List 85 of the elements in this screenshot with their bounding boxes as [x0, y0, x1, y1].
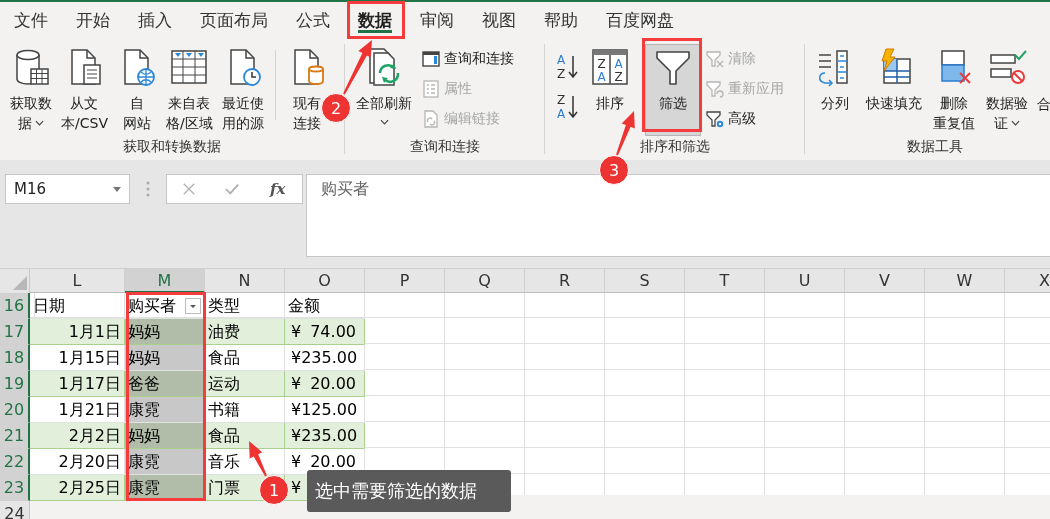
ribbon-tab[interactable]: 数据	[344, 2, 406, 38]
column-header[interactable]: W	[925, 269, 1005, 293]
table-cell: 油费	[205, 319, 285, 345]
table-cell: 康霓	[125, 449, 205, 475]
row-header[interactable]: 23	[0, 475, 30, 501]
ribbon-button[interactable]: 高级	[702, 104, 788, 134]
ribbon-tab[interactable]: 开始	[62, 2, 124, 38]
ribbon-label: 合	[1037, 96, 1050, 112]
currency-symbol: ¥	[291, 451, 302, 473]
currency-symbol: ¥	[291, 425, 302, 447]
ribbon-button[interactable]: 来自表 格/区域	[161, 44, 217, 136]
ribbon-tab[interactable]: 插入	[124, 2, 186, 38]
ribbon-tab[interactable]: 审阅	[406, 2, 468, 38]
name-box[interactable]: M16	[5, 174, 130, 204]
step-number: 3	[599, 155, 629, 185]
column-header[interactable]: U	[765, 269, 845, 293]
currency-symbol: ¥	[291, 347, 302, 369]
table-cell: 1月1日	[30, 319, 125, 345]
sort-button[interactable]: A Z	[551, 50, 583, 84]
table-cell: 1月17日	[30, 371, 125, 397]
insert-function-button[interactable]: fx	[267, 180, 288, 198]
group-label: 获取和转换数据	[122, 137, 222, 156]
amount-text: 20.00	[310, 373, 356, 395]
table-cell: 食品	[205, 423, 285, 449]
amount-text: 235.00	[301, 347, 358, 369]
table-cell: 爸爸	[125, 371, 205, 397]
amount-text: 20.00	[310, 451, 356, 473]
column-header[interactable]: P	[365, 269, 445, 293]
currency-symbol: ¥	[291, 321, 302, 343]
ribbon-button[interactable]: 自 网站	[112, 44, 161, 136]
row-header[interactable]: 21	[0, 423, 30, 449]
table-cell: 妈妈	[125, 423, 205, 449]
row-header[interactable]: 17	[0, 319, 30, 345]
ribbon-tab[interactable]: 文件	[0, 2, 62, 38]
ribbon-tab[interactable]: 百度网盘	[592, 2, 688, 38]
ribbon-tab[interactable]: 页面布局	[186, 2, 282, 38]
row-header[interactable]: 18	[0, 345, 30, 371]
table-cell: 2月2日	[30, 423, 125, 449]
group-label: 查询和连接	[408, 137, 481, 156]
table-cell: 运动	[205, 371, 285, 397]
table-cell: 1月21日	[30, 397, 125, 423]
amount-text: 125.00	[301, 399, 358, 421]
ribbon-button[interactable]: 删除 重复值	[929, 44, 979, 136]
amount-text: 235.00	[301, 425, 358, 447]
currency-symbol: ¥	[291, 477, 302, 499]
ribbon-button[interactable]: 数据验 证	[982, 44, 1032, 136]
ribbon-button[interactable]: 筛选	[645, 44, 701, 136]
sort-button[interactable]: Z A	[551, 90, 583, 124]
column-header[interactable]: R	[525, 269, 605, 293]
tooltip: 选中需要筛选的数据	[307, 470, 511, 512]
ribbon-button[interactable]: 分列	[811, 44, 859, 136]
ribbon-button[interactable]: 从文 本/CSV	[57, 44, 112, 136]
table-cell: 1月15日	[30, 345, 125, 371]
group-label: 数据工具	[906, 137, 964, 156]
sort-table-icon: Z A A Z	[590, 47, 630, 87]
ribbon-button[interactable]: 查询和连接	[418, 44, 518, 74]
table-cell: 2月25日	[30, 475, 125, 501]
ribbon-tab[interactable]: 公式	[282, 2, 344, 38]
step-number: 2	[321, 93, 351, 123]
table-cell: 妈妈	[125, 345, 205, 371]
amount-text: 74.00	[310, 321, 356, 343]
column-header[interactable]: O	[285, 269, 365, 293]
column-header[interactable]: T	[685, 269, 765, 293]
row-header[interactable]: 24	[0, 501, 30, 519]
ribbon-button[interactable]: 获取数 据	[6, 44, 56, 136]
currency-symbol: ¥	[291, 399, 302, 421]
row-header[interactable]: 16	[0, 293, 30, 319]
column-header[interactable]: V	[845, 269, 925, 293]
table-cell: 康霓	[125, 397, 205, 423]
ribbon-button[interactable]: 快速填充	[862, 44, 926, 136]
row-header[interactable]: 22	[0, 449, 30, 475]
column-header[interactable]: N	[205, 269, 285, 293]
row-header[interactable]: 20	[0, 397, 30, 423]
currency-symbol: ¥	[291, 373, 302, 395]
ribbon-button[interactable]: 最近使 用的源	[217, 44, 268, 136]
column-header[interactable]: L	[30, 269, 125, 293]
column-header[interactable]: M	[125, 269, 205, 293]
table-cell: 妈妈	[125, 319, 205, 345]
column-header[interactable]: S	[605, 269, 685, 293]
ribbon-tab[interactable]: 帮助	[530, 2, 592, 38]
ribbon-tab[interactable]: 视图	[468, 2, 530, 38]
group-label: 排序和筛选	[638, 137, 711, 156]
column-header[interactable]: Q	[445, 269, 525, 293]
row-header[interactable]: 19	[0, 371, 30, 397]
table-cell: 2月20日	[30, 449, 125, 475]
